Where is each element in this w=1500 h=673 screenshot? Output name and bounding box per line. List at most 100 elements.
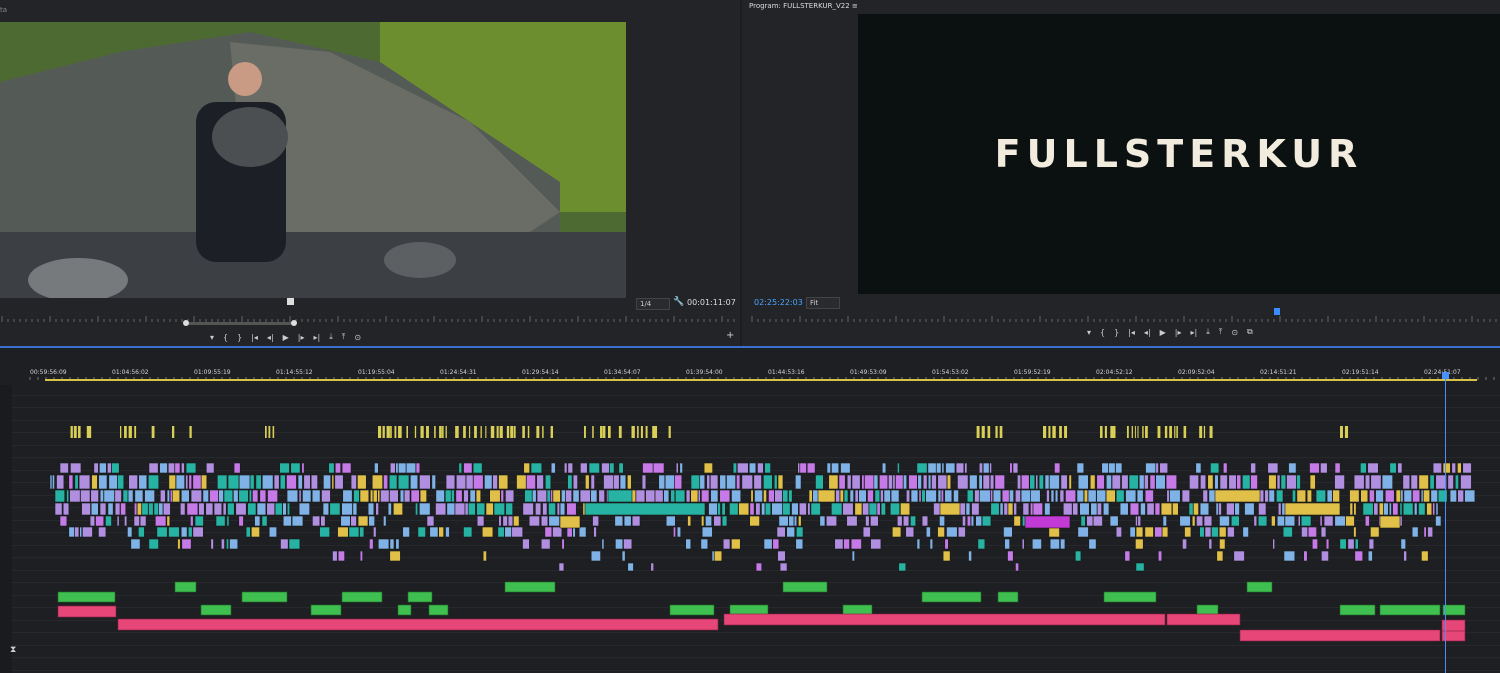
source-transport-button-8[interactable]: ⤓ — [329, 332, 333, 342]
video-clip — [1354, 538, 1359, 550]
collapse-arrows-icon[interactable]: ⧗ — [10, 645, 16, 655]
video-clip — [1144, 489, 1154, 503]
video-clip — [719, 489, 731, 503]
video-clip — [217, 474, 228, 490]
audio-clip — [200, 604, 232, 616]
program-transport-button-2[interactable]: } — [1114, 328, 1119, 337]
video-clip — [1412, 489, 1421, 503]
source-transport-button-6[interactable]: |▸ — [298, 333, 305, 342]
video-clip — [749, 515, 760, 527]
source-zoom-select[interactable]: 1/4 — [636, 298, 670, 310]
source-transport-button-4[interactable]: ◂| — [267, 333, 274, 342]
timeline-playhead-handle[interactable] — [1442, 372, 1449, 379]
video-clip — [248, 489, 252, 503]
program-transport-button-1[interactable]: { — [1100, 328, 1105, 337]
program-transport-button-9[interactable]: ⤒ — [1219, 327, 1223, 337]
video-clip — [755, 562, 763, 572]
video-clip — [764, 502, 772, 516]
video-clip — [1087, 489, 1097, 503]
program-transport-button-10[interactable]: ⊙ — [1231, 328, 1238, 337]
audio-clip — [1246, 581, 1273, 593]
video-clip — [229, 538, 239, 550]
safe-margin-toggle[interactable] — [287, 298, 294, 305]
program-transport-button-4[interactable]: ◂| — [1144, 328, 1151, 337]
video-clip — [120, 502, 127, 516]
subtitle-clip — [1199, 426, 1203, 438]
video-clip — [889, 502, 901, 516]
program-fit-select[interactable]: Fit — [806, 297, 840, 309]
video-clip — [49, 474, 53, 490]
video-clip — [1432, 502, 1436, 516]
program-video-frame[interactable]: FULLSTERKUR — [858, 14, 1500, 294]
video-clip — [846, 474, 852, 490]
program-transport-button-7[interactable]: ▸| — [1191, 328, 1198, 337]
source-transport-button-1[interactable]: { — [223, 333, 228, 342]
video-clip — [910, 515, 917, 527]
timeline-playhead[interactable] — [1445, 372, 1446, 673]
video-clip — [185, 474, 189, 490]
video-clip — [674, 489, 686, 503]
video-clip — [1410, 474, 1418, 490]
subtitle-clip — [981, 426, 985, 438]
video-clip — [825, 515, 838, 527]
source-in-handle[interactable] — [183, 320, 189, 326]
track-separator — [12, 557, 1500, 559]
video-clip — [1222, 462, 1228, 474]
video-clip — [1004, 538, 1010, 550]
program-scrub-ruler[interactable] — [750, 314, 1500, 322]
video-clip — [793, 515, 798, 527]
source-out-handle[interactable] — [291, 320, 297, 326]
source-transport-button-7[interactable]: ▸| — [314, 333, 321, 342]
source-transport-button-10[interactable]: ⊙ — [354, 333, 361, 342]
video-clip — [791, 502, 799, 516]
video-clip — [245, 526, 251, 538]
video-clip — [312, 515, 321, 527]
program-transport-button-3[interactable]: |◂ — [1128, 328, 1135, 337]
source-transport-button-0[interactable]: ▾ — [210, 333, 214, 342]
video-clip — [880, 489, 884, 503]
video-clip — [867, 489, 874, 503]
video-clip — [776, 526, 786, 538]
video-clip — [393, 502, 403, 516]
video-clip — [1300, 515, 1312, 527]
program-monitor-label[interactable]: Program: FULLSTERKUR_V22 ≡ — [749, 2, 858, 10]
source-transport-button-9[interactable]: ⤒ — [342, 332, 346, 342]
source-transport-button-3[interactable]: |◂ — [251, 333, 258, 342]
video-clip — [843, 538, 850, 550]
video-clip — [467, 502, 476, 516]
video-clip — [56, 474, 65, 490]
wrench-icon[interactable]: 🔧 — [673, 297, 684, 307]
subtitle-clip — [445, 426, 447, 438]
video-clip — [1054, 489, 1059, 503]
source-scrub-ruler[interactable] — [0, 314, 740, 322]
add-button[interactable]: + — [726, 330, 734, 341]
video-clip — [846, 515, 858, 527]
video-clip — [839, 489, 844, 503]
program-transport-button-11[interactable]: ⧉ — [1247, 327, 1253, 337]
video-clip — [763, 538, 773, 550]
program-playhead-marker[interactable] — [1274, 308, 1280, 315]
program-transport-button-5[interactable]: ▶ — [1160, 328, 1166, 337]
source-in-out-range[interactable] — [185, 322, 295, 325]
program-transport-button-0[interactable]: ▾ — [1087, 328, 1091, 337]
source-video-frame[interactable] — [0, 22, 626, 298]
source-transport-button-2[interactable]: } — [237, 333, 242, 342]
program-timecode[interactable]: 02:25:22:03 — [754, 298, 803, 307]
video-clip — [925, 526, 931, 538]
video-clip — [1389, 462, 1397, 474]
video-clip — [921, 489, 926, 503]
timeline-tracks[interactable] — [0, 385, 1500, 673]
program-transport-button-6[interactable]: |▸ — [1175, 328, 1182, 337]
video-clip — [1102, 502, 1110, 516]
video-clip — [286, 502, 291, 516]
video-clip — [1109, 515, 1119, 527]
work-area-bar[interactable] — [45, 379, 1477, 381]
video-clip — [1013, 515, 1021, 527]
subtitle-clip — [78, 426, 81, 438]
source-transport-button-5[interactable]: ▶ — [283, 333, 289, 342]
video-clip — [107, 502, 114, 516]
video-clip — [796, 526, 804, 538]
video-clip — [350, 474, 357, 490]
program-transport-button-8[interactable]: ⤓ — [1206, 327, 1210, 337]
video-clip — [676, 526, 682, 538]
